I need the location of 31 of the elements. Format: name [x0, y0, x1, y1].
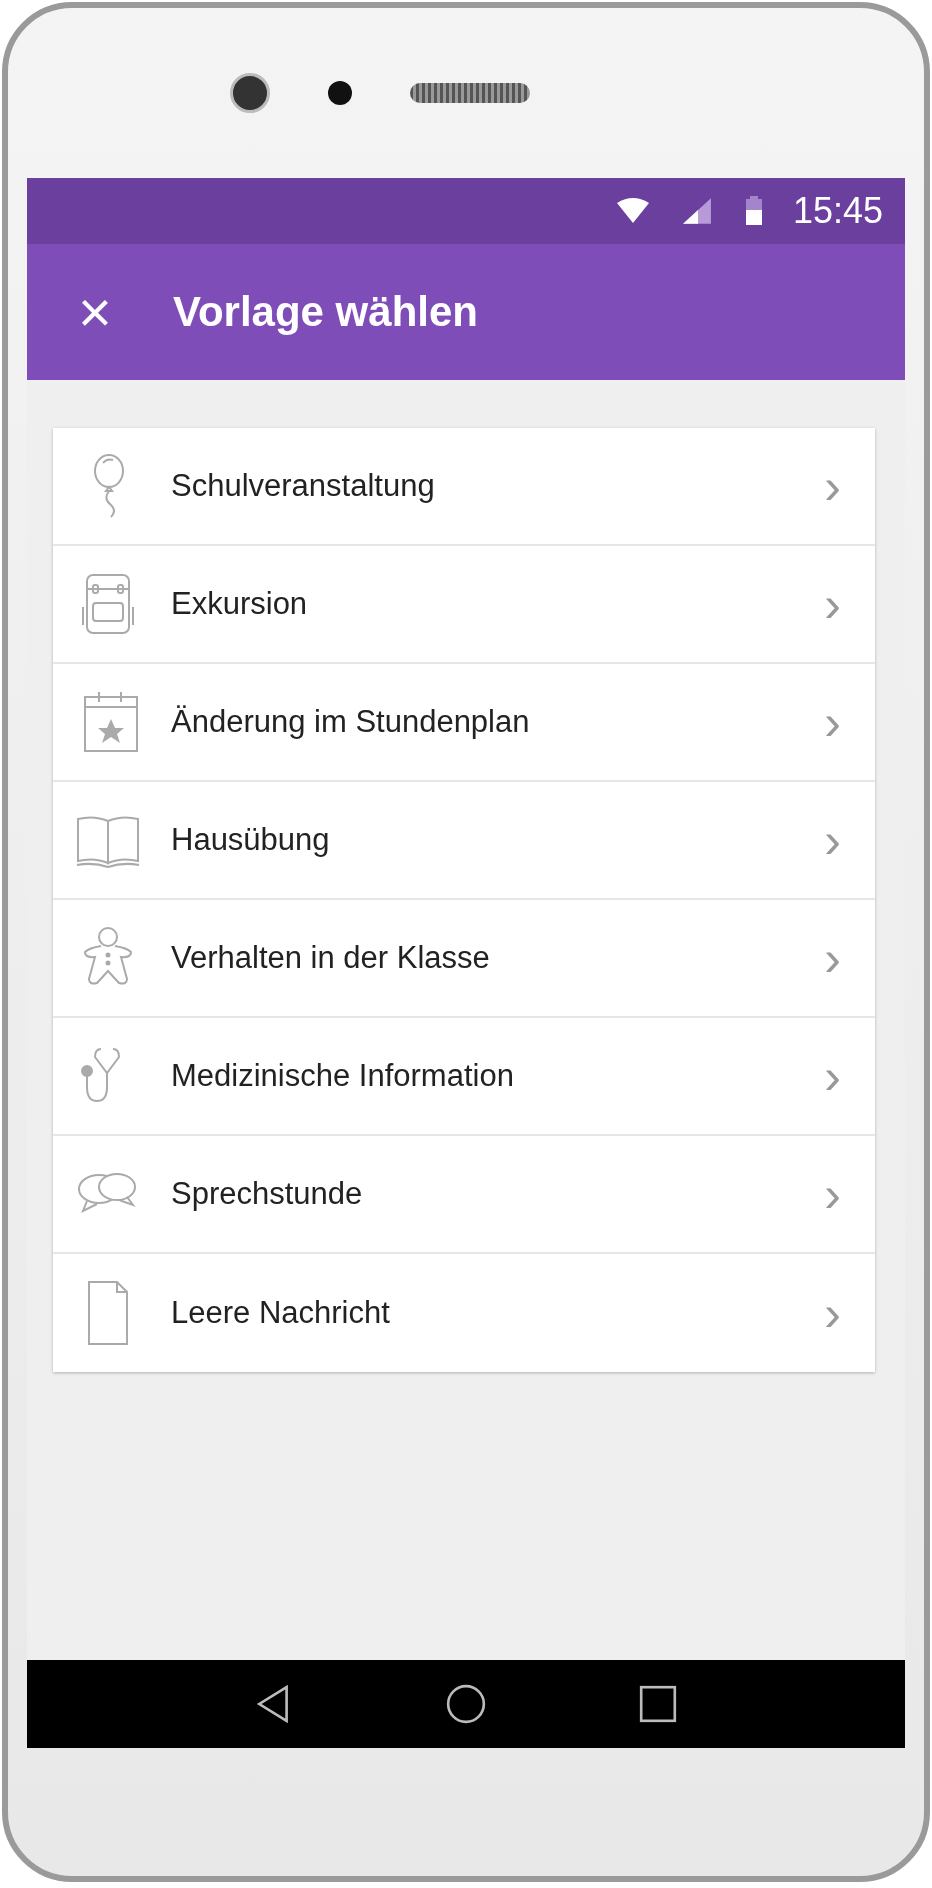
- template-item[interactable]: Hausübung ›: [53, 782, 875, 900]
- template-item[interactable]: Sprechstunde ›: [53, 1136, 875, 1254]
- chevron-icon: ›: [824, 579, 841, 629]
- template-item[interactable]: Verhalten in der Klasse ›: [53, 900, 875, 1018]
- template-label: Änderung im Stundenplan: [171, 704, 531, 740]
- recent-apps-icon[interactable]: [637, 1683, 679, 1725]
- template-label: Hausübung: [171, 822, 331, 858]
- chevron-icon: ›: [824, 1288, 841, 1338]
- screen-title: Vorlage wählen: [173, 288, 478, 336]
- close-button[interactable]: ×: [55, 283, 135, 341]
- template-item[interactable]: Leere Nachricht ›: [53, 1254, 875, 1372]
- chevron-icon: ›: [824, 1169, 841, 1219]
- chevron-icon: ›: [824, 1051, 841, 1101]
- sensor-dot: [328, 81, 352, 105]
- template-label: Exkursion: [171, 586, 309, 622]
- template-item[interactable]: Änderung im Stundenplan ›: [53, 664, 875, 782]
- template-label: Sprechstunde: [171, 1176, 364, 1212]
- chevron-icon: ›: [824, 933, 841, 983]
- template-label: Schulveranstaltung: [171, 468, 436, 504]
- template-item[interactable]: Schulveranstaltung ›: [53, 428, 875, 546]
- camera-lens: [230, 73, 270, 113]
- template-item[interactable]: Medizinische Information ›: [53, 1018, 875, 1136]
- home-icon[interactable]: [445, 1683, 487, 1725]
- chevron-icon: ›: [824, 697, 841, 747]
- template-item[interactable]: Exkursion ›: [53, 546, 875, 664]
- template-label: Medizinische Information: [171, 1058, 515, 1094]
- template-label: Leere Nachricht: [171, 1295, 391, 1331]
- chevron-icon: ›: [824, 461, 841, 511]
- chevron-icon: ›: [824, 815, 841, 865]
- template-label: Verhalten in der Klasse: [171, 940, 491, 976]
- status-time: 15:45: [792, 190, 883, 232]
